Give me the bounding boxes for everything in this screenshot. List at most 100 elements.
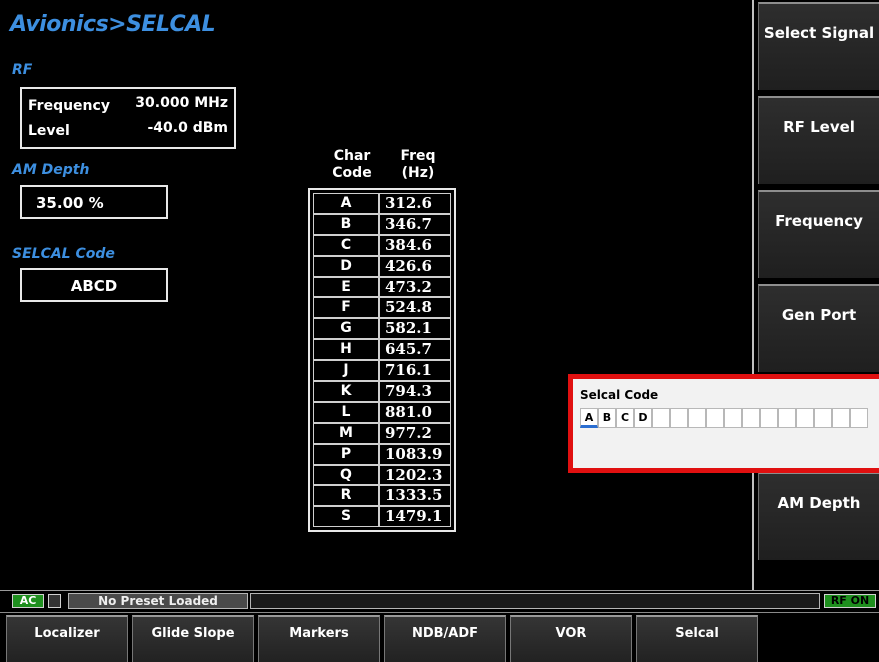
- table-row: R 1333.5: [313, 485, 451, 507]
- rf-on-indicator: RF ON: [824, 594, 876, 608]
- char-code-cell: R: [313, 485, 379, 507]
- code-char-cell[interactable]: C: [616, 408, 634, 428]
- char-code-cell: G: [313, 318, 379, 340]
- am-depth-section-label: AM Depth: [12, 162, 90, 178]
- table-row: K 794.3: [313, 381, 451, 402]
- selcal-frequency-table: A 312.6 B 346.7 C 384.6 D 426.6 E 473.2 F 524.8 G 582…: [308, 188, 456, 533]
- code-char-cell[interactable]: [814, 408, 832, 428]
- char-code-cell: K: [313, 381, 379, 402]
- table-row: M 977.2: [313, 422, 451, 444]
- code-char-cell[interactable]: [706, 408, 724, 428]
- freq-cell: 977.2: [379, 422, 451, 444]
- code-char-cell[interactable]: [778, 408, 796, 428]
- table-row: F 524.8: [313, 297, 451, 319]
- frequency-value[interactable]: 30.000 MHz: [135, 95, 228, 111]
- preset-status: No Preset Loaded: [68, 593, 248, 609]
- freq-cell: 346.7: [379, 213, 451, 235]
- char-code-cell: P: [313, 443, 379, 465]
- table-row: E 473.2: [313, 276, 451, 298]
- code-char-cell[interactable]: [832, 408, 850, 428]
- char-code-cell: M: [313, 422, 379, 444]
- code-char-cell[interactable]: [670, 408, 688, 428]
- freq-cell: 716.1: [379, 360, 451, 382]
- table-row: B 346.7: [313, 213, 451, 235]
- table-row: G 582.1: [313, 318, 451, 340]
- table-row: Q 1202.3: [313, 464, 451, 486]
- tab-glide-slope[interactable]: Glide Slope: [132, 615, 254, 662]
- code-char-cell[interactable]: [760, 408, 778, 428]
- table-row: L 881.0: [313, 401, 451, 423]
- tab-ndb-adf[interactable]: NDB/ADF: [384, 615, 506, 662]
- selcal-code-field[interactable]: ABCD: [20, 268, 168, 302]
- rf-panel[interactable]: Frequency 30.000 MHz Level -40.0 dBm: [20, 87, 236, 149]
- code-char-cell[interactable]: A: [580, 408, 598, 428]
- freq-cell: 312.6: [379, 193, 451, 214]
- page-title: Avionics>SELCAL: [10, 12, 216, 37]
- freq-cell: 1333.5: [379, 485, 451, 507]
- selcal-code-section-label: SELCAL Code: [12, 246, 115, 262]
- code-char-cell[interactable]: [688, 408, 706, 428]
- freq-cell: 426.6: [379, 255, 451, 277]
- ac-indicator: AC: [12, 594, 44, 608]
- frequency-label: Frequency: [28, 98, 110, 114]
- code-char-cell[interactable]: [652, 408, 670, 428]
- tab-vor[interactable]: VOR: [510, 615, 632, 662]
- char-code-header: Char Code: [332, 148, 372, 181]
- freq-cell: 582.1: [379, 318, 451, 340]
- table-row: H 645.7: [313, 339, 451, 361]
- char-code-cell: J: [313, 360, 379, 382]
- char-code-cell: C: [313, 234, 379, 256]
- gen-port-softkey[interactable]: Gen Port: [758, 284, 879, 372]
- table-row: D 426.6: [313, 255, 451, 277]
- freq-cell: 881.0: [379, 401, 451, 423]
- freq-cell: 1202.3: [379, 464, 451, 486]
- char-code-cell: L: [313, 401, 379, 423]
- level-value[interactable]: -40.0 dBm: [147, 120, 228, 136]
- code-char-cell[interactable]: [850, 408, 868, 428]
- status-mini-indicator: [48, 594, 61, 608]
- char-code-cell: H: [313, 339, 379, 361]
- tab-selcal[interactable]: Selcal: [636, 615, 758, 662]
- table-row: P 1083.9: [313, 443, 451, 465]
- freq-header: Freq (Hz): [400, 148, 436, 181]
- select-signal-softkey[interactable]: Select Signal: [758, 2, 879, 90]
- freq-cell: 384.6: [379, 234, 451, 256]
- am-depth-softkey[interactable]: AM Depth: [758, 472, 879, 560]
- freq-cell: 1083.9: [379, 443, 451, 465]
- bottom-tab-bar: Localizer Glide Slope Markers NDB/ADF VO…: [0, 612, 879, 662]
- freq-cell: 473.2: [379, 276, 451, 298]
- status-message-area: [250, 593, 820, 609]
- table-row: J 716.1: [313, 360, 451, 382]
- char-code-cell: S: [313, 506, 379, 528]
- char-code-cell: A: [313, 193, 379, 214]
- char-code-cell: B: [313, 213, 379, 235]
- table-row: S 1479.1: [313, 506, 451, 528]
- freq-cell: 645.7: [379, 339, 451, 361]
- freq-cell: 524.8: [379, 297, 451, 319]
- code-char-cell[interactable]: D: [634, 408, 652, 428]
- tab-localizer[interactable]: Localizer: [6, 615, 128, 662]
- char-code-cell: D: [313, 255, 379, 277]
- freq-cell: 794.3: [379, 381, 451, 402]
- code-char-cell[interactable]: [724, 408, 742, 428]
- level-label: Level: [28, 123, 70, 139]
- popup-title: Selcal Code: [580, 388, 659, 402]
- status-bar: AC No Preset Loaded RF ON: [0, 590, 879, 610]
- char-code-cell: Q: [313, 464, 379, 486]
- rf-level-softkey[interactable]: RF Level: [758, 96, 879, 184]
- code-char-cell[interactable]: [796, 408, 814, 428]
- char-code-cell: F: [313, 297, 379, 319]
- char-code-cell: E: [313, 276, 379, 298]
- frequency-softkey[interactable]: Frequency: [758, 190, 879, 278]
- softkey-panel: Select Signal RF Level Frequency Gen Por…: [752, 0, 879, 590]
- tab-markers[interactable]: Markers: [258, 615, 380, 662]
- am-depth-field[interactable]: 35.00 %: [20, 185, 168, 219]
- code-char-cell[interactable]: [742, 408, 760, 428]
- rf-section-label: RF: [12, 62, 33, 78]
- freq-cell: 1479.1: [379, 506, 451, 528]
- code-char-cell[interactable]: B: [598, 408, 616, 428]
- table-row: C 384.6: [313, 234, 451, 256]
- selcal-code-popup: Selcal Code ABCD: [568, 374, 879, 473]
- table-row: A 312.6: [313, 193, 451, 214]
- popup-code-cells[interactable]: ABCD: [580, 408, 868, 428]
